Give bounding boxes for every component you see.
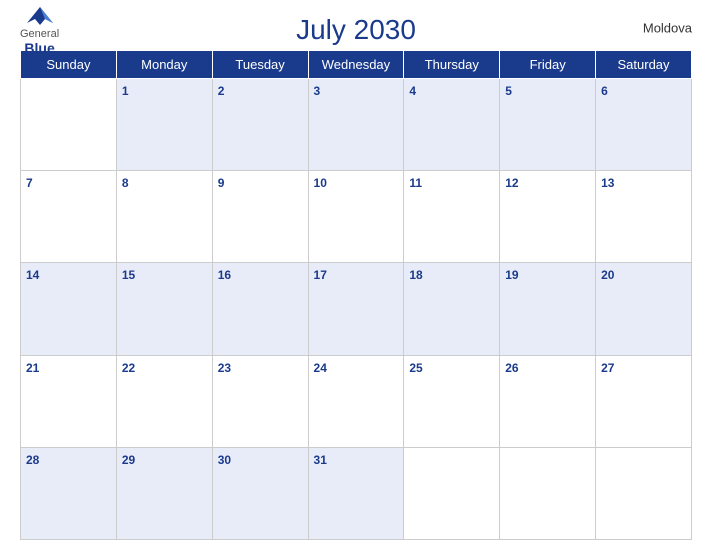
date-number: 24	[314, 361, 327, 375]
calendar-cell: 10	[308, 171, 404, 263]
date-number: 6	[601, 84, 608, 98]
calendar-cell: 2	[212, 79, 308, 171]
date-number: 23	[218, 361, 231, 375]
day-header-tuesday: Tuesday	[212, 51, 308, 79]
calendar-week-5: 28 29 30 31	[21, 447, 692, 539]
calendar-week-3: 14 15 16 17 18 19 20	[21, 263, 692, 355]
calendar-cell	[404, 447, 500, 539]
calendar-cell: 9	[212, 171, 308, 263]
calendar-cell: 3	[308, 79, 404, 171]
date-number: 27	[601, 361, 614, 375]
date-number: 26	[505, 361, 518, 375]
date-number: 22	[122, 361, 135, 375]
date-number: 10	[314, 176, 327, 190]
calendar-cell: 6	[596, 79, 692, 171]
calendar-cell	[500, 447, 596, 539]
calendar-cell: 25	[404, 355, 500, 447]
date-number: 17	[314, 268, 327, 282]
calendar-cell: 7	[21, 171, 117, 263]
date-number: 7	[26, 176, 33, 190]
logo-general: General	[20, 28, 59, 40]
date-number: 8	[122, 176, 129, 190]
calendar-cell: 1	[116, 79, 212, 171]
calendar-cell: 8	[116, 171, 212, 263]
calendar-table: SundayMondayTuesdayWednesdayThursdayFrid…	[20, 50, 692, 540]
date-number: 30	[218, 453, 231, 467]
date-number: 3	[314, 84, 321, 98]
day-header-friday: Friday	[500, 51, 596, 79]
date-number: 12	[505, 176, 518, 190]
calendar-cell: 13	[596, 171, 692, 263]
calendar-cell: 4	[404, 79, 500, 171]
calendar-cell: 31	[308, 447, 404, 539]
date-number: 2	[218, 84, 225, 98]
date-number: 18	[409, 268, 422, 282]
calendar-cell: 16	[212, 263, 308, 355]
calendar-cell: 18	[404, 263, 500, 355]
calendar-cell: 23	[212, 355, 308, 447]
date-number: 29	[122, 453, 135, 467]
days-header-row: SundayMondayTuesdayWednesdayThursdayFrid…	[21, 51, 692, 79]
date-number: 4	[409, 84, 416, 98]
date-number: 19	[505, 268, 518, 282]
calendar-cell: 24	[308, 355, 404, 447]
calendar-week-2: 7 8 9 10 11 12 13	[21, 171, 692, 263]
calendar-cell	[596, 447, 692, 539]
calendar-cell: 17	[308, 263, 404, 355]
calendar-cell: 19	[500, 263, 596, 355]
calendar-cell: 11	[404, 171, 500, 263]
date-number: 13	[601, 176, 614, 190]
date-number: 1	[122, 84, 129, 98]
calendar-cell: 21	[21, 355, 117, 447]
calendar-cell: 22	[116, 355, 212, 447]
calendar-cell: 26	[500, 355, 596, 447]
calendar-cell: 28	[21, 447, 117, 539]
date-number: 14	[26, 268, 39, 282]
date-number: 11	[409, 176, 422, 190]
day-header-saturday: Saturday	[596, 51, 692, 79]
date-number: 21	[26, 361, 39, 375]
calendar-cell: 14	[21, 263, 117, 355]
calendar-week-4: 21 22 23 24 25 26 27	[21, 355, 692, 447]
country-label: Moldova	[643, 21, 692, 36]
calendar-cell: 30	[212, 447, 308, 539]
day-header-monday: Monday	[116, 51, 212, 79]
logo-icon	[25, 5, 55, 27]
calendar-cell: 27	[596, 355, 692, 447]
date-number: 15	[122, 268, 135, 282]
calendar-cell: 5	[500, 79, 596, 171]
date-number: 31	[314, 453, 327, 467]
date-number: 16	[218, 268, 231, 282]
date-number: 9	[218, 176, 225, 190]
page-title: July 2030	[296, 14, 416, 46]
date-number: 25	[409, 361, 422, 375]
date-number: 5	[505, 84, 512, 98]
logo: General Blue	[20, 5, 59, 56]
calendar-cell	[21, 79, 117, 171]
calendar-cell: 15	[116, 263, 212, 355]
day-header-thursday: Thursday	[404, 51, 500, 79]
calendar-cell: 12	[500, 171, 596, 263]
day-header-wednesday: Wednesday	[308, 51, 404, 79]
date-number: 28	[26, 453, 39, 467]
logo-blue: Blue	[24, 40, 54, 56]
calendar-cell: 29	[116, 447, 212, 539]
date-number: 20	[601, 268, 614, 282]
calendar-week-1: 1 2 3 4 5 6	[21, 79, 692, 171]
calendar-cell: 20	[596, 263, 692, 355]
calendar-header: General Blue July 2030 Moldova	[20, 10, 692, 46]
